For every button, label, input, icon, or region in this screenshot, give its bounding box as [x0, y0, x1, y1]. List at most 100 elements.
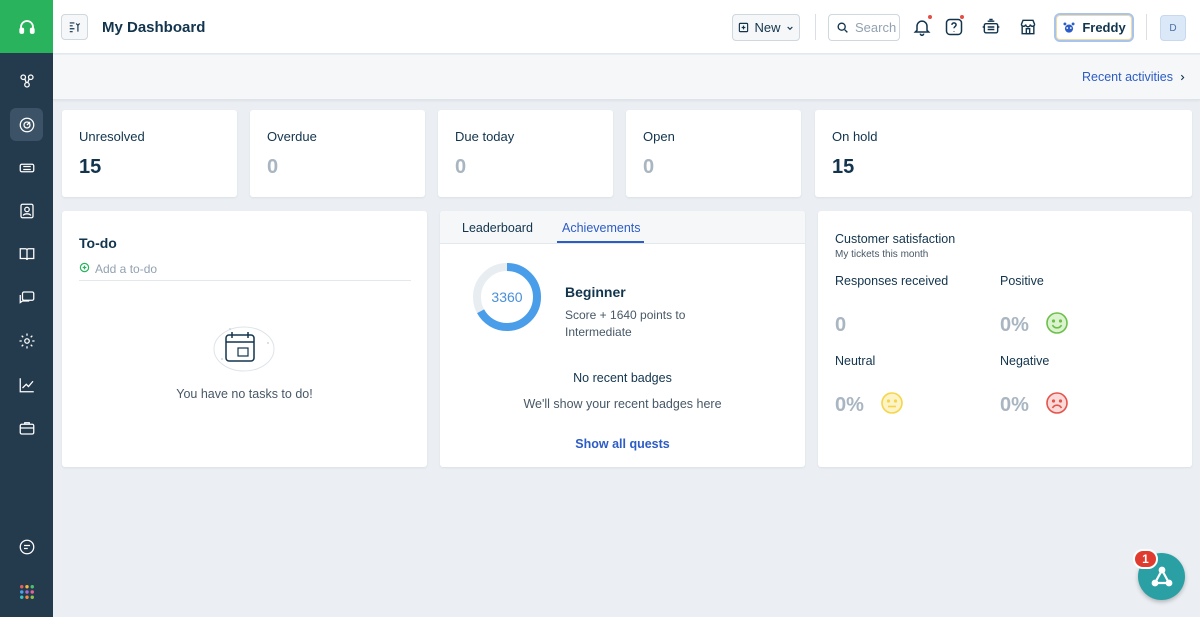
book-icon [19, 247, 34, 260]
add-todo-placeholder: Add a to-do [95, 262, 158, 276]
dashboard-icon [19, 117, 34, 132]
search-icon [837, 22, 848, 33]
add-todo-input[interactable]: Add a to-do [79, 262, 411, 281]
contacts-icon [19, 203, 34, 218]
todo-card: To-do Add a to-do You have no tasks to d… [62, 211, 427, 467]
sidebar-item-portfolio[interactable] [10, 411, 43, 444]
stat-label: On hold [832, 129, 878, 144]
stat-value: 0 [455, 156, 467, 178]
neutral-value: 0% [835, 394, 864, 416]
network-share-icon [1151, 566, 1172, 586]
chat-bubble-icon [19, 539, 34, 554]
responses-value: 0 [835, 314, 847, 336]
neutral-face-icon [881, 392, 903, 414]
gear-icon [19, 333, 34, 348]
freddy-ai-button[interactable]: Freddy [1054, 13, 1134, 42]
user-avatar[interactable]: D [1160, 15, 1186, 41]
badges-subtitle: We'll show your recent badges here [523, 397, 722, 411]
sidebar-item-contacts[interactable] [10, 194, 43, 227]
show-all-quests-link[interactable]: Show all quests [440, 437, 805, 451]
help-dot [959, 14, 965, 20]
sub-header-bar: Recent activities [53, 55, 1200, 100]
page-title: My Dashboard [102, 19, 206, 36]
stat-label: Unresolved [79, 129, 145, 144]
achievement-tabs: Leaderboard Achievements [440, 211, 805, 244]
csat-title: Customer satisfaction [835, 232, 956, 246]
stat-value: 15 [79, 156, 102, 178]
recent-activities-link[interactable]: Recent activities [1082, 70, 1186, 84]
tab-achievements[interactable]: Achievements [562, 221, 641, 235]
plus-square-icon [739, 22, 749, 33]
badges-title: No recent badges [573, 371, 672, 385]
responses-label: Responses received [835, 274, 949, 288]
network-icon [19, 73, 34, 88]
stat-card-open[interactable]: Open 0 [626, 110, 801, 197]
empty-calendar-icon [213, 326, 275, 372]
todo-empty-message: You have no tasks to do! [176, 387, 313, 401]
stat-value: 0 [643, 156, 655, 178]
positive-label: Positive [1000, 274, 1044, 288]
stat-card-unresolved[interactable]: Unresolved 15 [62, 110, 237, 197]
chevron-down-icon [786, 26, 793, 30]
todo-title: To-do [79, 235, 117, 251]
sidebar [0, 0, 53, 617]
achievements-card: Leaderboard Achievements 3360 Beginner S… [440, 211, 805, 467]
stat-label: Open [643, 129, 675, 144]
neutral-label: Neutral [835, 354, 876, 368]
level-title: Beginner [565, 284, 626, 300]
freddy-icon [1063, 21, 1075, 33]
filter-list-icon [69, 22, 80, 33]
team-huddle-button[interactable] [979, 15, 1003, 39]
help-icon [945, 18, 963, 36]
headset-icon [18, 19, 35, 34]
huddle-icon [982, 18, 1000, 34]
active-tab-indicator [557, 241, 644, 243]
new-button[interactable]: New [732, 14, 800, 41]
next-level-text: Score + 1640 points to Intermediate [565, 308, 686, 339]
chat-icon [19, 290, 34, 304]
search-button[interactable]: Search [828, 14, 900, 41]
score-value: 3360 [491, 289, 523, 305]
stat-label: Overdue [267, 129, 317, 144]
sidebar-item-conversations[interactable] [10, 281, 43, 314]
stat-card-due-today[interactable]: Due today 0 [438, 110, 613, 197]
ticket-icon [19, 163, 34, 172]
apps-grid-icon [19, 584, 34, 599]
sidebar-item-solutions[interactable] [10, 237, 43, 270]
briefcase-icon [19, 421, 34, 435]
stat-label: Due today [455, 129, 515, 144]
stat-value: 15 [832, 156, 855, 178]
sidebar-item-tickets[interactable] [10, 151, 43, 184]
sidebar-toggle-button[interactable] [61, 14, 88, 40]
recent-activities-label: Recent activities [1081, 70, 1173, 84]
sidebar-item-network[interactable] [10, 64, 43, 97]
sidebar-item-admin[interactable] [10, 324, 43, 357]
positive-value: 0% [1000, 314, 1029, 336]
header-divider [815, 14, 816, 40]
widget-badge: 1 [1133, 549, 1158, 569]
sidebar-item-apps[interactable] [10, 575, 43, 608]
chevron-right-icon [1180, 74, 1185, 80]
brand-logo[interactable] [0, 0, 53, 53]
marketplace-button[interactable] [1016, 15, 1040, 39]
header-divider [1146, 14, 1147, 40]
freddy-label: Freddy [1082, 20, 1126, 35]
sidebar-item-dashboard[interactable] [10, 108, 43, 141]
search-placeholder: Search [855, 20, 897, 35]
negative-value: 0% [1000, 394, 1029, 416]
csat-card: Customer satisfaction My tickets this mo… [818, 211, 1192, 467]
stat-card-overdue[interactable]: Overdue 0 [250, 110, 425, 197]
store-icon [1020, 19, 1036, 35]
notifications-button[interactable] [910, 14, 934, 39]
stat-card-on-hold[interactable]: On hold 15 [815, 110, 1192, 197]
sidebar-item-chat-bubble[interactable] [10, 530, 43, 563]
help-button[interactable] [942, 14, 966, 39]
sidebar-item-analytics[interactable] [10, 368, 43, 401]
notification-dot [927, 14, 933, 20]
plus-circle-icon [79, 262, 90, 273]
new-button-label: New [754, 20, 781, 35]
tab-leaderboard[interactable]: Leaderboard [462, 221, 533, 235]
analytics-icon [19, 377, 34, 392]
happy-face-icon [1046, 312, 1068, 334]
negative-label: Negative [1000, 354, 1050, 368]
